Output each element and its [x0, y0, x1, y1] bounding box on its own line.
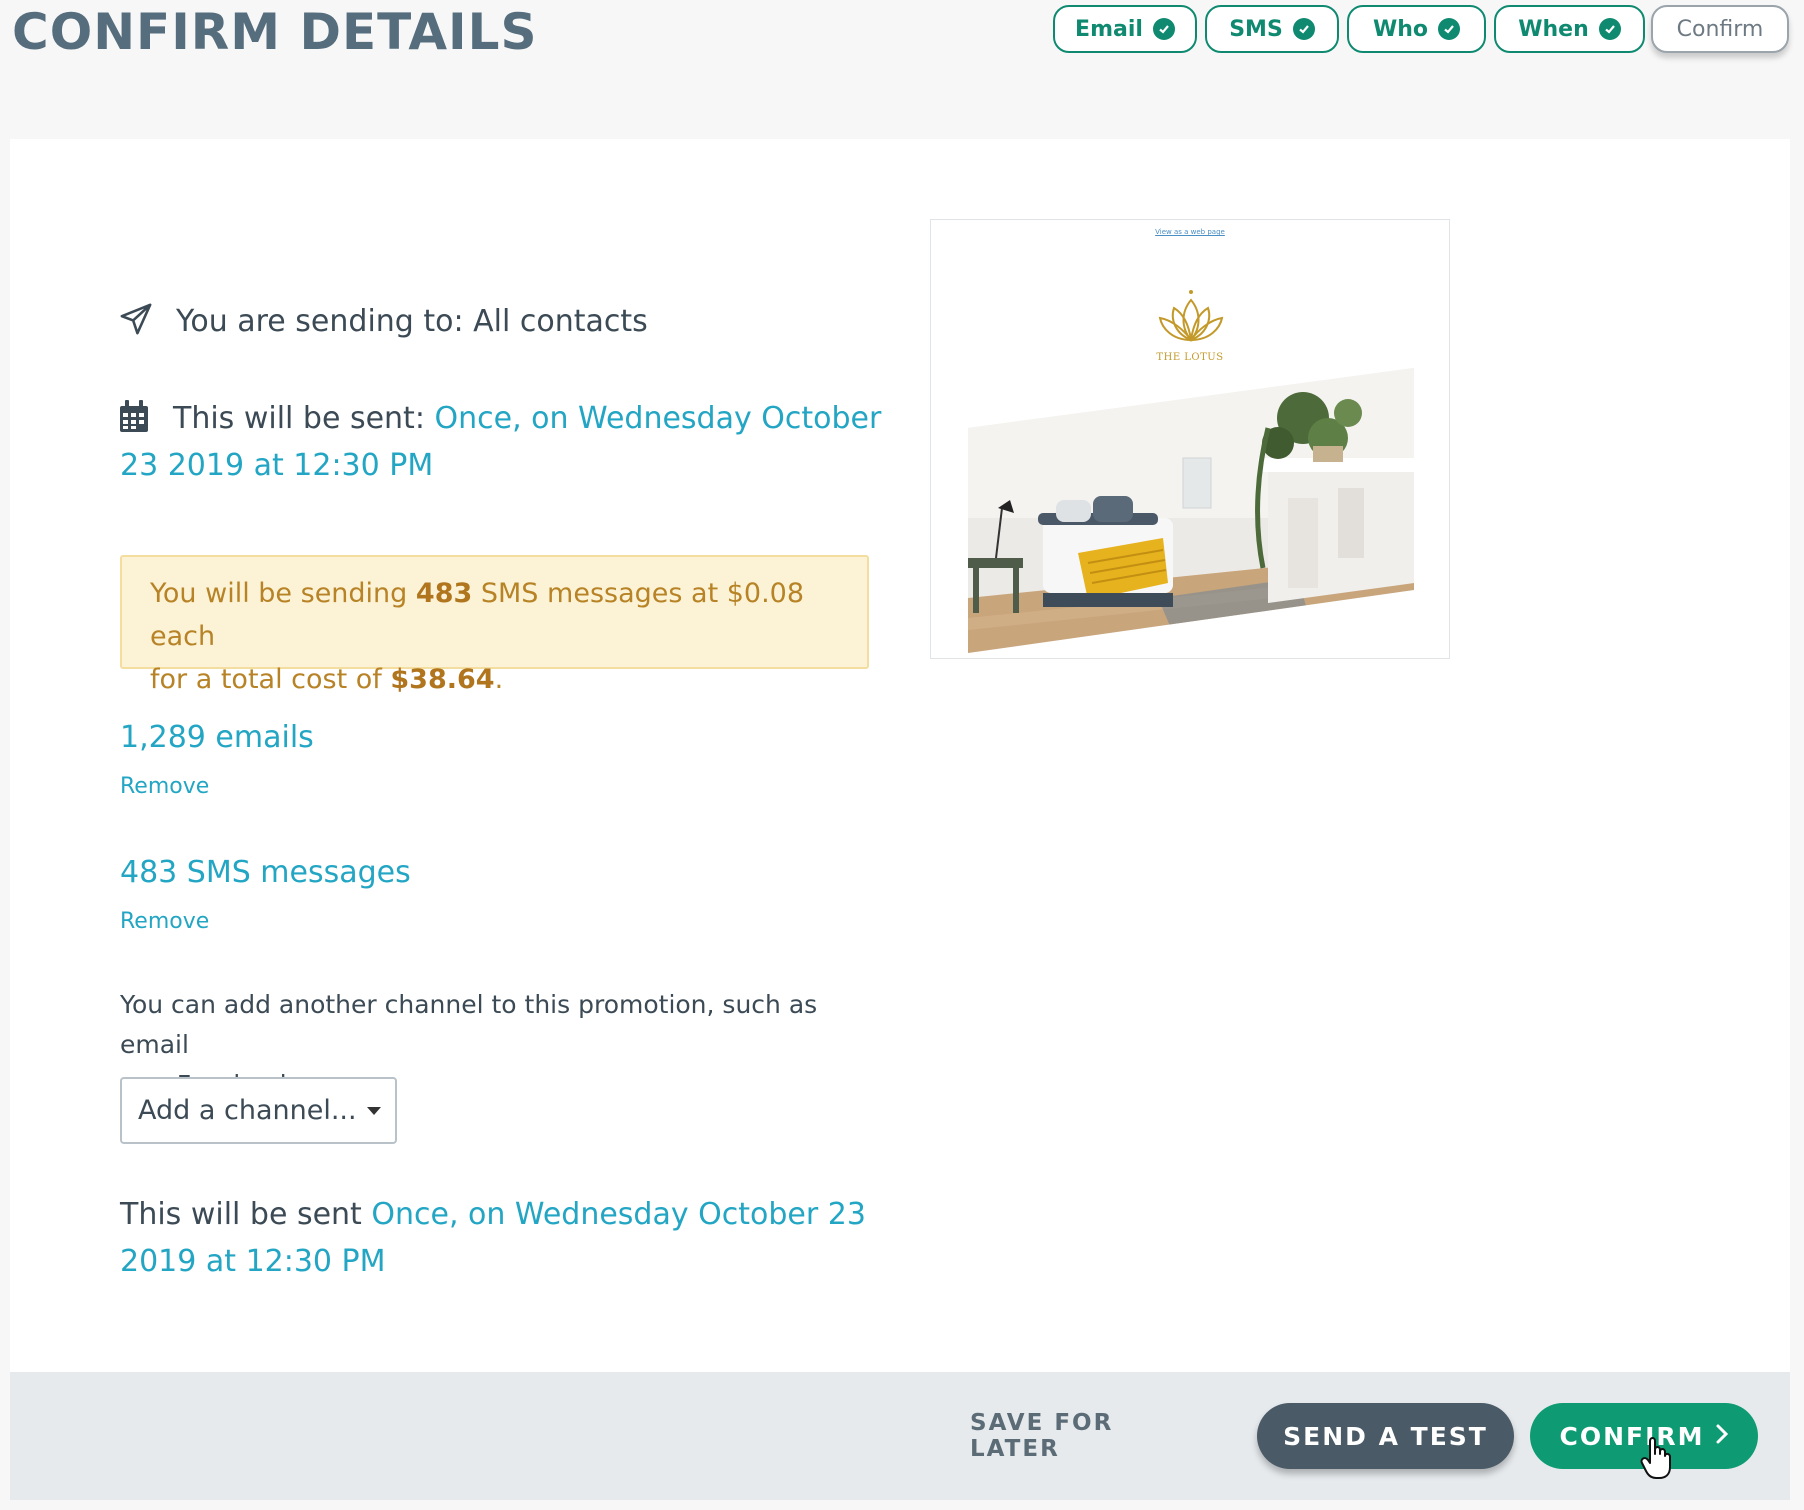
footer-bar — [10, 1372, 1790, 1500]
check-circle-icon — [1292, 18, 1315, 40]
view-web-page-link[interactable]: View as a web page — [931, 228, 1449, 236]
sms-cost-notice: You will be sending 483 SMS messages at … — [120, 555, 869, 695]
channel-sms[interactable]: 483 SMS messages — [120, 855, 411, 890]
add-channel-select[interactable]: Add a channel... — [120, 1077, 397, 1144]
select-value: Add a channel... — [138, 1095, 357, 1126]
calendar-icon — [119, 400, 149, 437]
schedule-line: This will be sent: Once, on Wednesday Oc… — [173, 395, 881, 442]
help-line1: You can add another channel to this prom… — [120, 990, 818, 1059]
lotus-logo-icon — [1156, 288, 1226, 350]
step-label: SMS — [1229, 16, 1283, 42]
notice-prefix: You will be sending — [150, 578, 408, 609]
step-label: When — [1518, 16, 1589, 42]
step-who[interactable]: Who — [1347, 5, 1486, 53]
email-preview[interactable]: View as a web page THE LOTUS — [930, 219, 1450, 659]
chevron-right-icon — [1715, 1422, 1729, 1451]
bottom-schedule-label: This will be sent — [120, 1197, 362, 1232]
step-label: Confirm — [1676, 16, 1764, 42]
schedule-label: This will be sent: — [173, 401, 425, 436]
step-email[interactable]: Email — [1053, 5, 1197, 53]
remove-sms-link[interactable]: Remove — [120, 909, 209, 934]
confirm-label: CONFIRM — [1559, 1421, 1705, 1451]
step-confirm[interactable]: Confirm — [1651, 5, 1789, 53]
remove-emails-link[interactable]: Remove — [120, 774, 209, 799]
bottom-schedule-link[interactable]: Once, on Wednesday October 23 — [371, 1197, 866, 1232]
notice-count: 483 — [415, 578, 473, 609]
step-sms[interactable]: SMS — [1205, 5, 1339, 53]
channel-emails[interactable]: 1,289 emails — [120, 720, 314, 755]
check-circle-icon — [1438, 18, 1461, 40]
notice-suffix: . — [494, 664, 504, 695]
notice-line2-prefix: for a total cost of — [150, 664, 382, 695]
hero-image — [968, 368, 1414, 657]
bottom-schedule-link-cont[interactable]: 2019 at 12:30 PM — [120, 1238, 386, 1285]
page-title: CONFIRM DETAILS — [12, 3, 538, 61]
step-when[interactable]: When — [1494, 5, 1645, 53]
send-test-button[interactable]: SEND A TEST — [1257, 1403, 1514, 1469]
notice-total: $38.64 — [390, 664, 495, 695]
step-label: Email — [1075, 16, 1143, 42]
check-circle-icon — [1152, 18, 1175, 40]
schedule-link-cont[interactable]: 23 2019 at 12:30 PM — [120, 442, 433, 489]
brand-name: THE LOTUS — [1156, 352, 1224, 363]
step-label: Who — [1372, 16, 1429, 42]
bottom-schedule-line: This will be sent Once, on Wednesday Oct… — [120, 1191, 866, 1238]
save-for-later-button[interactable]: SAVE FOR LATER — [970, 1403, 1210, 1469]
sending-to-text: You are sending to: All contacts — [176, 304, 648, 339]
paper-plane-icon — [119, 302, 153, 340]
hand-cursor-icon — [1640, 1436, 1674, 1484]
caret-down-icon — [367, 1107, 381, 1115]
schedule-link[interactable]: Once, on Wednesday October — [434, 401, 881, 436]
check-circle-icon — [1598, 18, 1621, 40]
